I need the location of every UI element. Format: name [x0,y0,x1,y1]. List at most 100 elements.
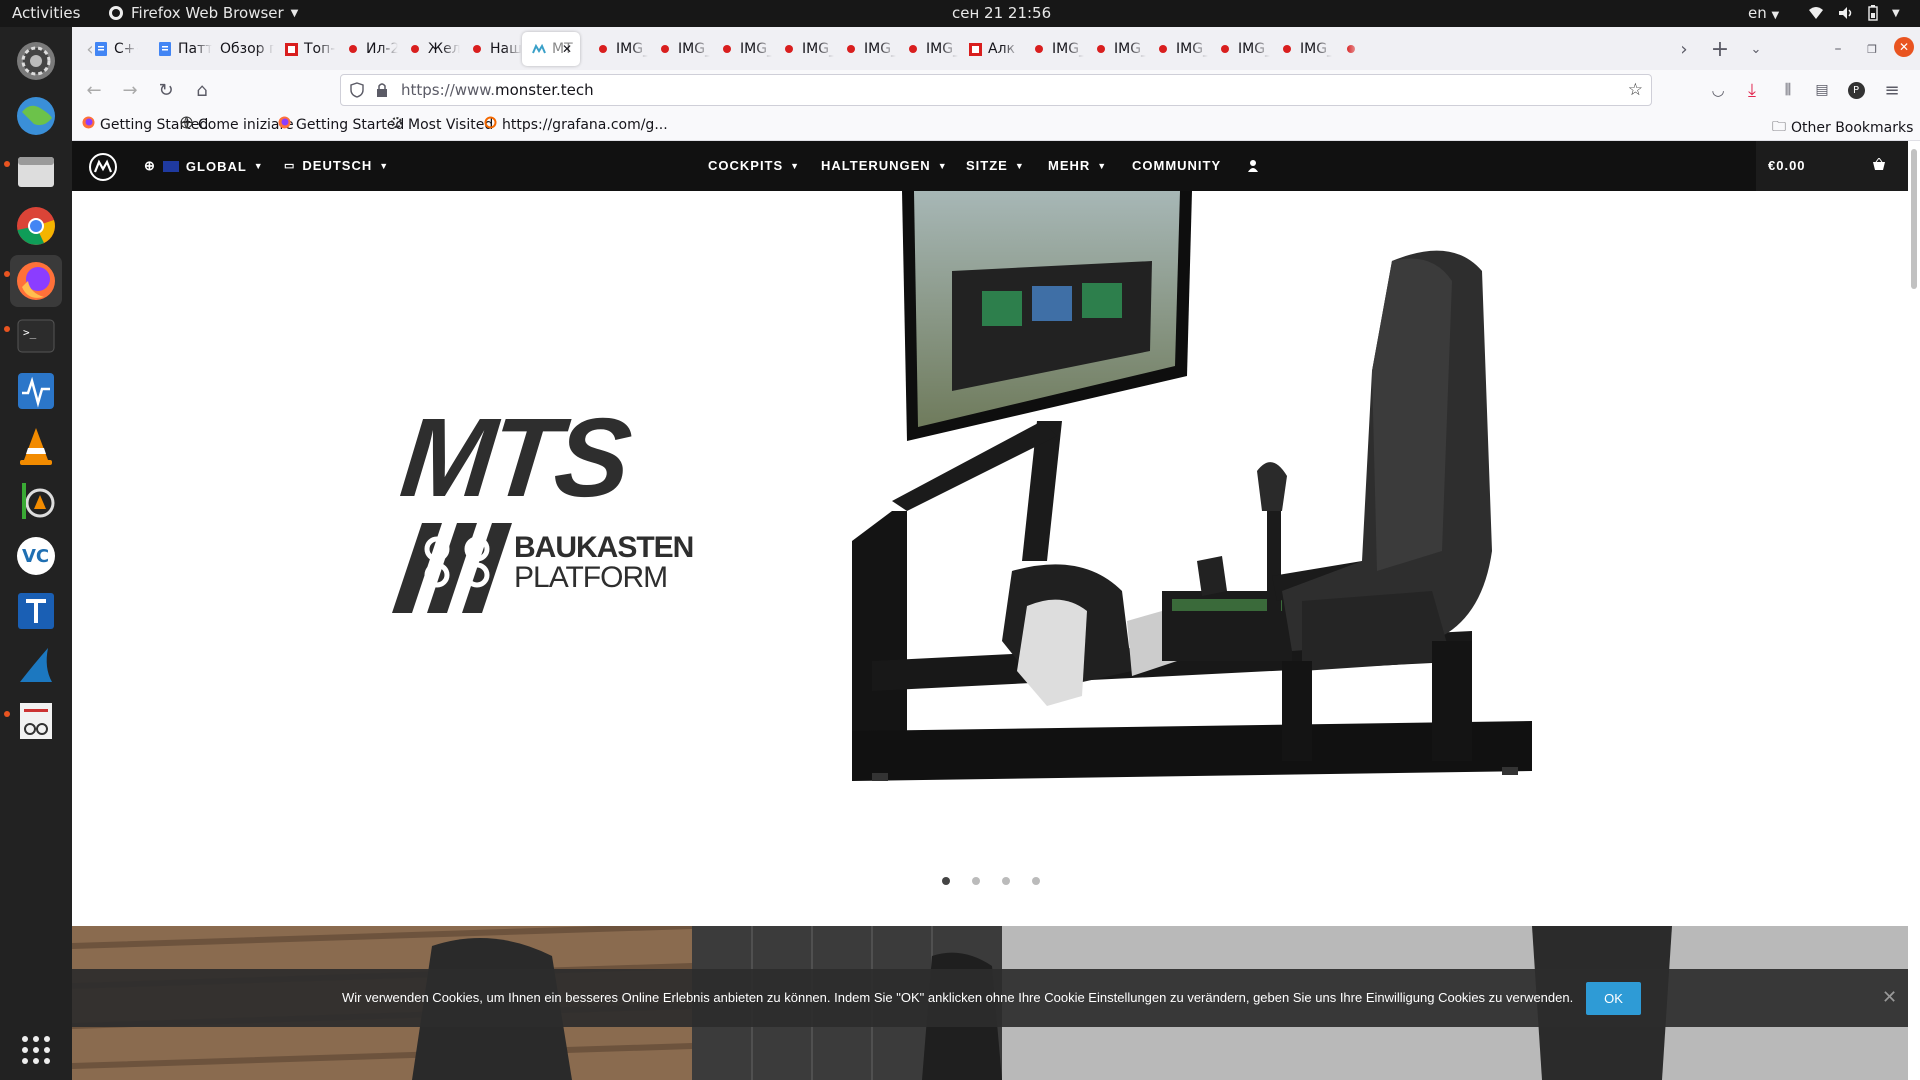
bookmark-item[interactable]: Most Visited [390,116,493,133]
tab[interactable]: Ил-2 [336,32,398,66]
tab[interactable]: Обзор г [210,32,274,66]
bookmark-star-icon[interactable]: ☆ [1628,80,1643,100]
bookmark-item[interactable]: Come iniziare [180,116,294,133]
tab[interactable]: IMG_ [1270,32,1332,66]
chrome-icon[interactable] [10,200,62,252]
tab[interactable]: IMG_ [896,32,958,66]
files-icon[interactable] [10,145,62,197]
settings-icon[interactable] [10,35,62,87]
keyboard-layout[interactable]: en ▼ [1748,4,1779,22]
slider-dot[interactable] [972,877,980,885]
tab[interactable]: Наш [460,32,522,66]
monster-logo-icon[interactable] [88,152,118,182]
red-star-icon [906,42,920,56]
earth-icon[interactable] [10,90,62,142]
account-icon[interactable]: P [1844,78,1868,102]
tab[interactable]: Жел [398,32,460,66]
tab-fade [1066,32,1084,66]
firefox-icon[interactable] [10,255,62,307]
slider-dot[interactable] [942,877,950,885]
red-star-icon [596,42,610,56]
tab[interactable]: IMG_ [586,32,648,66]
close-window-button[interactable]: ✕ [1894,37,1914,57]
region-selector[interactable]: ⊕ GLOBAL ▼ [144,158,264,174]
tab[interactable]: IMG_ [772,32,834,66]
cookie-ok-button[interactable]: OK [1586,982,1641,1015]
nav-sitze-label: SITZE [966,158,1008,173]
url-bar[interactable]: https://www.monster.tech ☆ [340,74,1652,106]
logo-stripes-graphic [392,523,512,613]
tracking-protection-icon[interactable] [349,82,365,98]
nav-community[interactable]: COMMUNITY [1132,158,1221,173]
tab[interactable]: IMG_ [1146,32,1208,66]
slider-dot[interactable] [1032,877,1040,885]
menu-icon[interactable]: ≡ [1880,78,1904,102]
system-tray[interactable]: ▼ [1808,5,1900,21]
red-star-icon [1218,42,1232,56]
cookie-banner: Wir verwenden Cookies, um Ihnen ein bess… [72,969,1908,1027]
language-icon: ▭ [284,160,296,172]
apps-grid-icon[interactable] [10,1024,62,1076]
bookmark-item[interactable]: https://grafana.com/g... [484,116,668,133]
other-bookmarks-label: Other Bookmarks [1791,120,1914,136]
language-selector[interactable]: ▭ DEUTSCH ▼ [284,158,389,173]
terminal-icon[interactable]: >_ [10,310,62,362]
page-scrollbar[interactable] [1908,141,1920,1080]
tab[interactable]: IMG_ [834,32,896,66]
forward-button[interactable]: → [118,78,142,102]
close-tab-icon[interactable]: ✕ [562,42,572,56]
list-all-tabs-icon[interactable]: ⌄ [1744,37,1768,61]
hero-slider[interactable]: MTS BAUKASTEN PLATFORM [72,191,1908,885]
sidebar-icon[interactable]: ▤ [1810,78,1834,102]
tab-fade [1190,32,1208,66]
reload-button[interactable]: ↻ [154,78,178,102]
tab[interactable]: IMG_ [710,32,772,66]
tab[interactable]: IMG_ [648,32,710,66]
tab[interactable]: IMG_ [1208,32,1270,66]
downloads-icon[interactable]: ⤓ [1740,78,1764,102]
close-icon[interactable]: ✕ [1882,987,1897,1008]
nav-sitze[interactable]: SITZE ▼ [966,158,1025,173]
lock-icon[interactable] [375,82,389,98]
activities-button[interactable]: Activities [12,4,80,22]
nav-mehr[interactable]: MEHR ▼ [1048,158,1107,173]
tab[interactable]: Топ- [274,32,336,66]
tab[interactable]: IMG_ [1084,32,1146,66]
user-icon[interactable] [1247,159,1259,173]
library-icon[interactable]: ⫼ [1776,78,1800,102]
tab[interactable]: C++ [84,32,138,66]
vlc-icon[interactable] [10,420,62,472]
wireshark-icon[interactable] [10,640,62,692]
tab[interactable]: Алк [958,32,1020,66]
pocket-icon[interactable]: ◡ [1706,78,1730,102]
cart-basket-icon [1873,158,1885,170]
maximize-button[interactable]: ❐ [1860,37,1884,61]
scrollbar-thumb[interactable] [1911,149,1917,289]
tab[interactable]: IMG_ [1022,32,1084,66]
tab-fade [380,32,398,66]
back-button[interactable]: ← [82,78,106,102]
tab[interactable]: Патт [148,32,212,66]
tab[interactable]: im [1334,32,1364,66]
tab[interactable]: MT ✕ [522,32,580,66]
nav-halterungen[interactable]: HALTERUNGEN ▼ [821,158,948,173]
red-star-icon [782,42,796,56]
reader-icon[interactable] [10,695,62,747]
other-bookmarks[interactable]: 🗀 Other Bookmarks [1772,116,1913,140]
veracrypt-icon[interactable]: VC [10,530,62,582]
slider-dot[interactable] [1002,877,1010,885]
cart[interactable]: €0.00 [1756,141,1908,191]
system-monitor-icon[interactable] [10,365,62,417]
app-menu[interactable]: Firefox Web Browser ▼ [108,4,298,22]
home-button[interactable]: ⌂ [190,78,214,102]
minimize-button[interactable]: – [1826,37,1850,61]
clock[interactable]: сен 21 21:56 [952,4,1051,22]
nav-cockpits[interactable]: COCKPITS ▼ [708,158,800,173]
gnome-top-bar: Activities Firefox Web Browser ▼ сен 21 … [0,0,1920,27]
new-tab-button[interactable]: + [1708,37,1732,62]
inkscape-icon[interactable] [10,475,62,527]
red-square-icon [968,42,982,56]
bookmark-item[interactable]: Getting Started [278,116,404,133]
app-icon[interactable] [10,585,62,637]
scroll-tabs-right-icon[interactable]: › [1672,37,1696,61]
